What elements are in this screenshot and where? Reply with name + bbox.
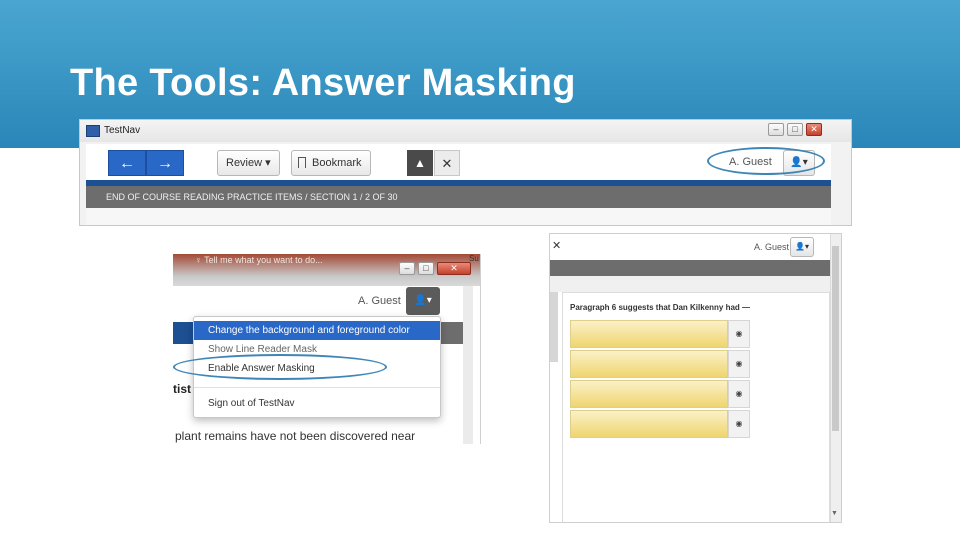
scrollbar-thumb[interactable]	[832, 246, 839, 431]
eye-icon[interactable]: ◉	[728, 380, 750, 408]
slide: The Tools: Answer Masking TestNav – □ ✕ …	[0, 0, 960, 540]
answer-mask[interactable]	[570, 350, 728, 378]
guest-name: A. Guest	[754, 242, 790, 252]
pointer-tool-icon[interactable]: ▲	[407, 150, 433, 176]
window-controls: – □ ✕	[768, 123, 822, 136]
maximize-button[interactable]: □	[418, 262, 434, 275]
window-controls: – □ ✕	[399, 262, 471, 275]
masked-answer-choice[interactable]: ◉	[570, 350, 750, 378]
app-icon	[86, 125, 100, 137]
question-text: Paragraph 6 suggests that Dan Kilkenny h…	[570, 303, 751, 312]
passage-scrollbar[interactable]	[550, 292, 558, 362]
bookmark-label: Bookmark	[312, 157, 362, 169]
eye-icon[interactable]: ◉	[728, 410, 750, 438]
masked-answer-choice[interactable]: ◉	[570, 380, 750, 408]
nav-accent-bar	[173, 322, 193, 344]
masked-answer-choice[interactable]: ◉	[570, 410, 750, 438]
answer-mask[interactable]	[570, 410, 728, 438]
maximize-button[interactable]: □	[787, 123, 803, 136]
answer-masking-screenshot: ✕ A. Guest 👤▾ Paragraph 6 suggests that …	[549, 233, 842, 523]
scroll-down-icon[interactable]: ▼	[831, 510, 838, 517]
tell-me-text: ♀ Tell me what you want to do...	[195, 255, 323, 265]
close-window-button[interactable]: ✕	[806, 123, 822, 136]
menu-item-sign-out[interactable]: Sign out of TestNav	[194, 394, 440, 413]
app-name: TestNav	[104, 125, 141, 136]
scrollbar[interactable]	[463, 286, 473, 444]
review-button[interactable]: Review ▾	[217, 150, 280, 176]
answer-mask[interactable]	[570, 320, 728, 348]
passage-text: plant remains have not been discovered n…	[175, 429, 416, 443]
eliminator-tool-icon[interactable]: ✕	[552, 239, 561, 252]
answer-mask[interactable]	[570, 380, 728, 408]
bookmark-button[interactable]: Bookmark	[291, 150, 371, 176]
menu-item-change-colors[interactable]: Change the background and foreground col…	[194, 321, 440, 340]
menu-divider	[194, 387, 440, 388]
section-bar	[550, 260, 830, 276]
user-menu-highlight-ring	[707, 147, 825, 175]
window-titlebar: TestNav – □ ✕	[80, 120, 851, 142]
minimize-button[interactable]: –	[399, 262, 415, 275]
window-titlebar: ♀ Tell me what you want to do... Su – □ …	[173, 254, 480, 286]
eye-icon[interactable]: ◉	[728, 350, 750, 378]
content-area	[86, 208, 831, 225]
eliminator-tool-icon[interactable]: ✕	[434, 150, 460, 176]
bookmark-icon	[298, 157, 306, 168]
content-strip	[550, 276, 830, 292]
masked-answer-choice[interactable]: ◉	[570, 320, 750, 348]
close-window-button[interactable]: ✕	[437, 262, 471, 275]
minimize-button[interactable]: –	[768, 123, 784, 136]
slide-title: The Tools: Answer Masking	[70, 62, 576, 104]
partial-heading: tist	[173, 382, 191, 396]
forward-button[interactable]: →	[146, 150, 184, 176]
answer-masking-highlight-ring	[173, 354, 387, 380]
user-menu-button[interactable]: 👤▾	[790, 237, 814, 257]
back-button[interactable]: ←	[108, 150, 146, 176]
user-menu-button[interactable]: 👤▾	[406, 287, 440, 315]
user-dropdown-screenshot: ♀ Tell me what you want to do... Su – □ …	[173, 254, 481, 444]
eye-icon[interactable]: ◉	[728, 320, 750, 348]
guest-name: A. Guest	[358, 295, 401, 307]
section-breadcrumb: END OF COURSE READING PRACTICE ITEMS / S…	[86, 186, 831, 208]
